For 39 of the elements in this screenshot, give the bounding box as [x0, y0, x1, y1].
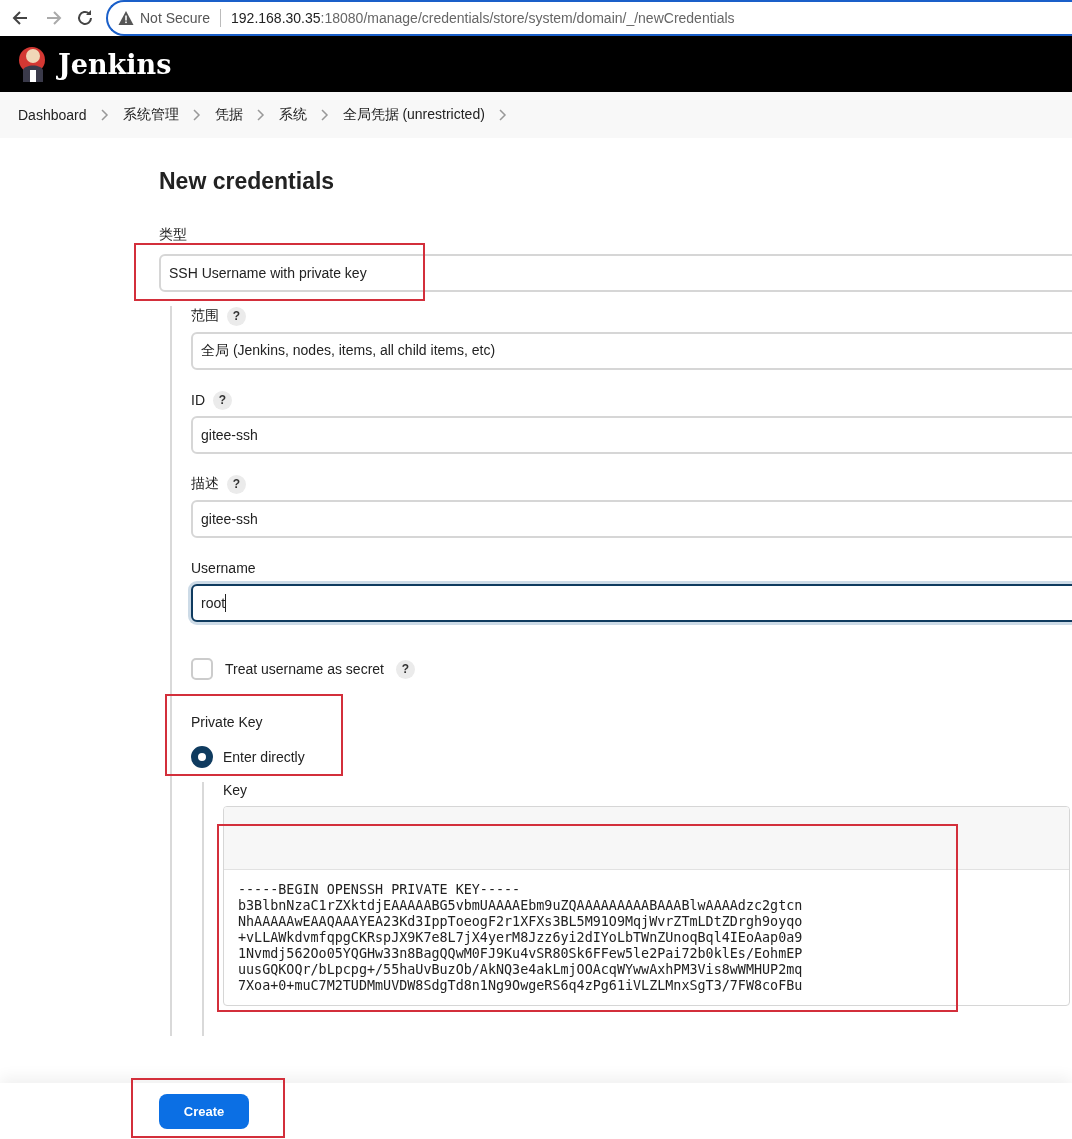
- field-label: Key: [223, 782, 249, 798]
- radio-label: Enter directly: [223, 749, 305, 765]
- breadcrumb-link[interactable]: 系统: [278, 106, 307, 124]
- text-field[interactable]: root: [191, 584, 1072, 622]
- chevron-icon: [192, 109, 201, 121]
- field-label: 范围: [191, 307, 219, 325]
- chevron-icon: [498, 109, 507, 121]
- url-text: 192.168.30.35:18080/manage/credentials/store/system/domain/_/newCredentials: [231, 10, 735, 26]
- text-field[interactable]: gitee-ssh: [191, 500, 1072, 538]
- breadcrumb-link[interactable]: 全局凭据 (unrestricted): [342, 106, 485, 124]
- logo-icon[interactable]: [18, 44, 48, 84]
- text-field[interactable]: gitee-ssh: [191, 416, 1072, 454]
- field-label: ID: [191, 392, 205, 408]
- kind-select[interactable]: SSH Username with private key: [159, 254, 1072, 292]
- chevron-icon: [256, 109, 265, 121]
- security-label: Not Secure: [140, 10, 211, 26]
- page-title: New credentials: [159, 168, 336, 195]
- secret-checkbox[interactable]: [191, 658, 213, 680]
- create-button[interactable]: Create: [159, 1093, 249, 1129]
- help-icon[interactable]: ?: [227, 474, 246, 494]
- breadcrumb-link[interactable]: 凭据: [214, 106, 243, 124]
- warning-icon: [118, 10, 134, 26]
- help-icon[interactable]: ?: [227, 306, 246, 326]
- address-bar[interactable]: Not Secure 192.168.30.35:18080/manage/credentials/store/system/domain/_/newCredentials: [106, 0, 1072, 36]
- breadcrumb-link[interactable]: Dashboard: [18, 107, 87, 123]
- radio-button[interactable]: [191, 746, 213, 768]
- field-label: Username: [191, 560, 256, 576]
- chevron-icon: [320, 109, 329, 121]
- help-icon[interactable]: ?: [396, 659, 415, 679]
- help-icon[interactable]: ?: [213, 390, 232, 410]
- key-textarea[interactable]: -----BEGIN OPENSSH PRIVATE KEY----- b3BlbnNzaC1rZXktdjEAAAAABG5vbmUAAAAEbm9uZQAAAAAAAAABAAABlwAAAAdzc2gtcn NhAAAAAwEAAQAAAYEA23Kd3IppToeogF2r1XFXs3BL5M91O9MqjWvrZTmLDtZDrgh9oyqo +vLLAWkdvmfqpgCKRspJX9K7e8L7jX4yerM8Jzz6yi2dIYoLbTWnZUnoqBql4IEoAap0a9 1Nvmdj562Oo05YQGHw33n8BagQQwM0FJ9Ku4vSR80Sk6FFew5le2Pai72b0klEs/EohmEP uusGQKOQr/bLpcpg+/55haUvBuzOb/AkNQ3e4akLmjOOAcqWYwwAxhPM3Vis8wWMHUP2mq 7Xoa+0+muC7M2TUDMmUVDW8SdgTd8n1Ng9OwgeRS6q4zPg61iVLZLMnxSgT3/7FW8coFBu: [223, 806, 1070, 1006]
- field-label: 描述: [191, 475, 219, 493]
- section-label: Private Key: [191, 714, 263, 730]
- text-field[interactable]: 全局 (Jenkins, nodes, items, all child items, etc): [191, 332, 1072, 370]
- breadcrumb-link[interactable]: 系统管理: [122, 106, 179, 124]
- field-label: 类型: [159, 226, 187, 244]
- app-title[interactable]: Jenkins: [58, 48, 172, 80]
- chevron-icon: [100, 109, 109, 121]
- checkbox-label: Treat username as secret: [225, 661, 384, 677]
